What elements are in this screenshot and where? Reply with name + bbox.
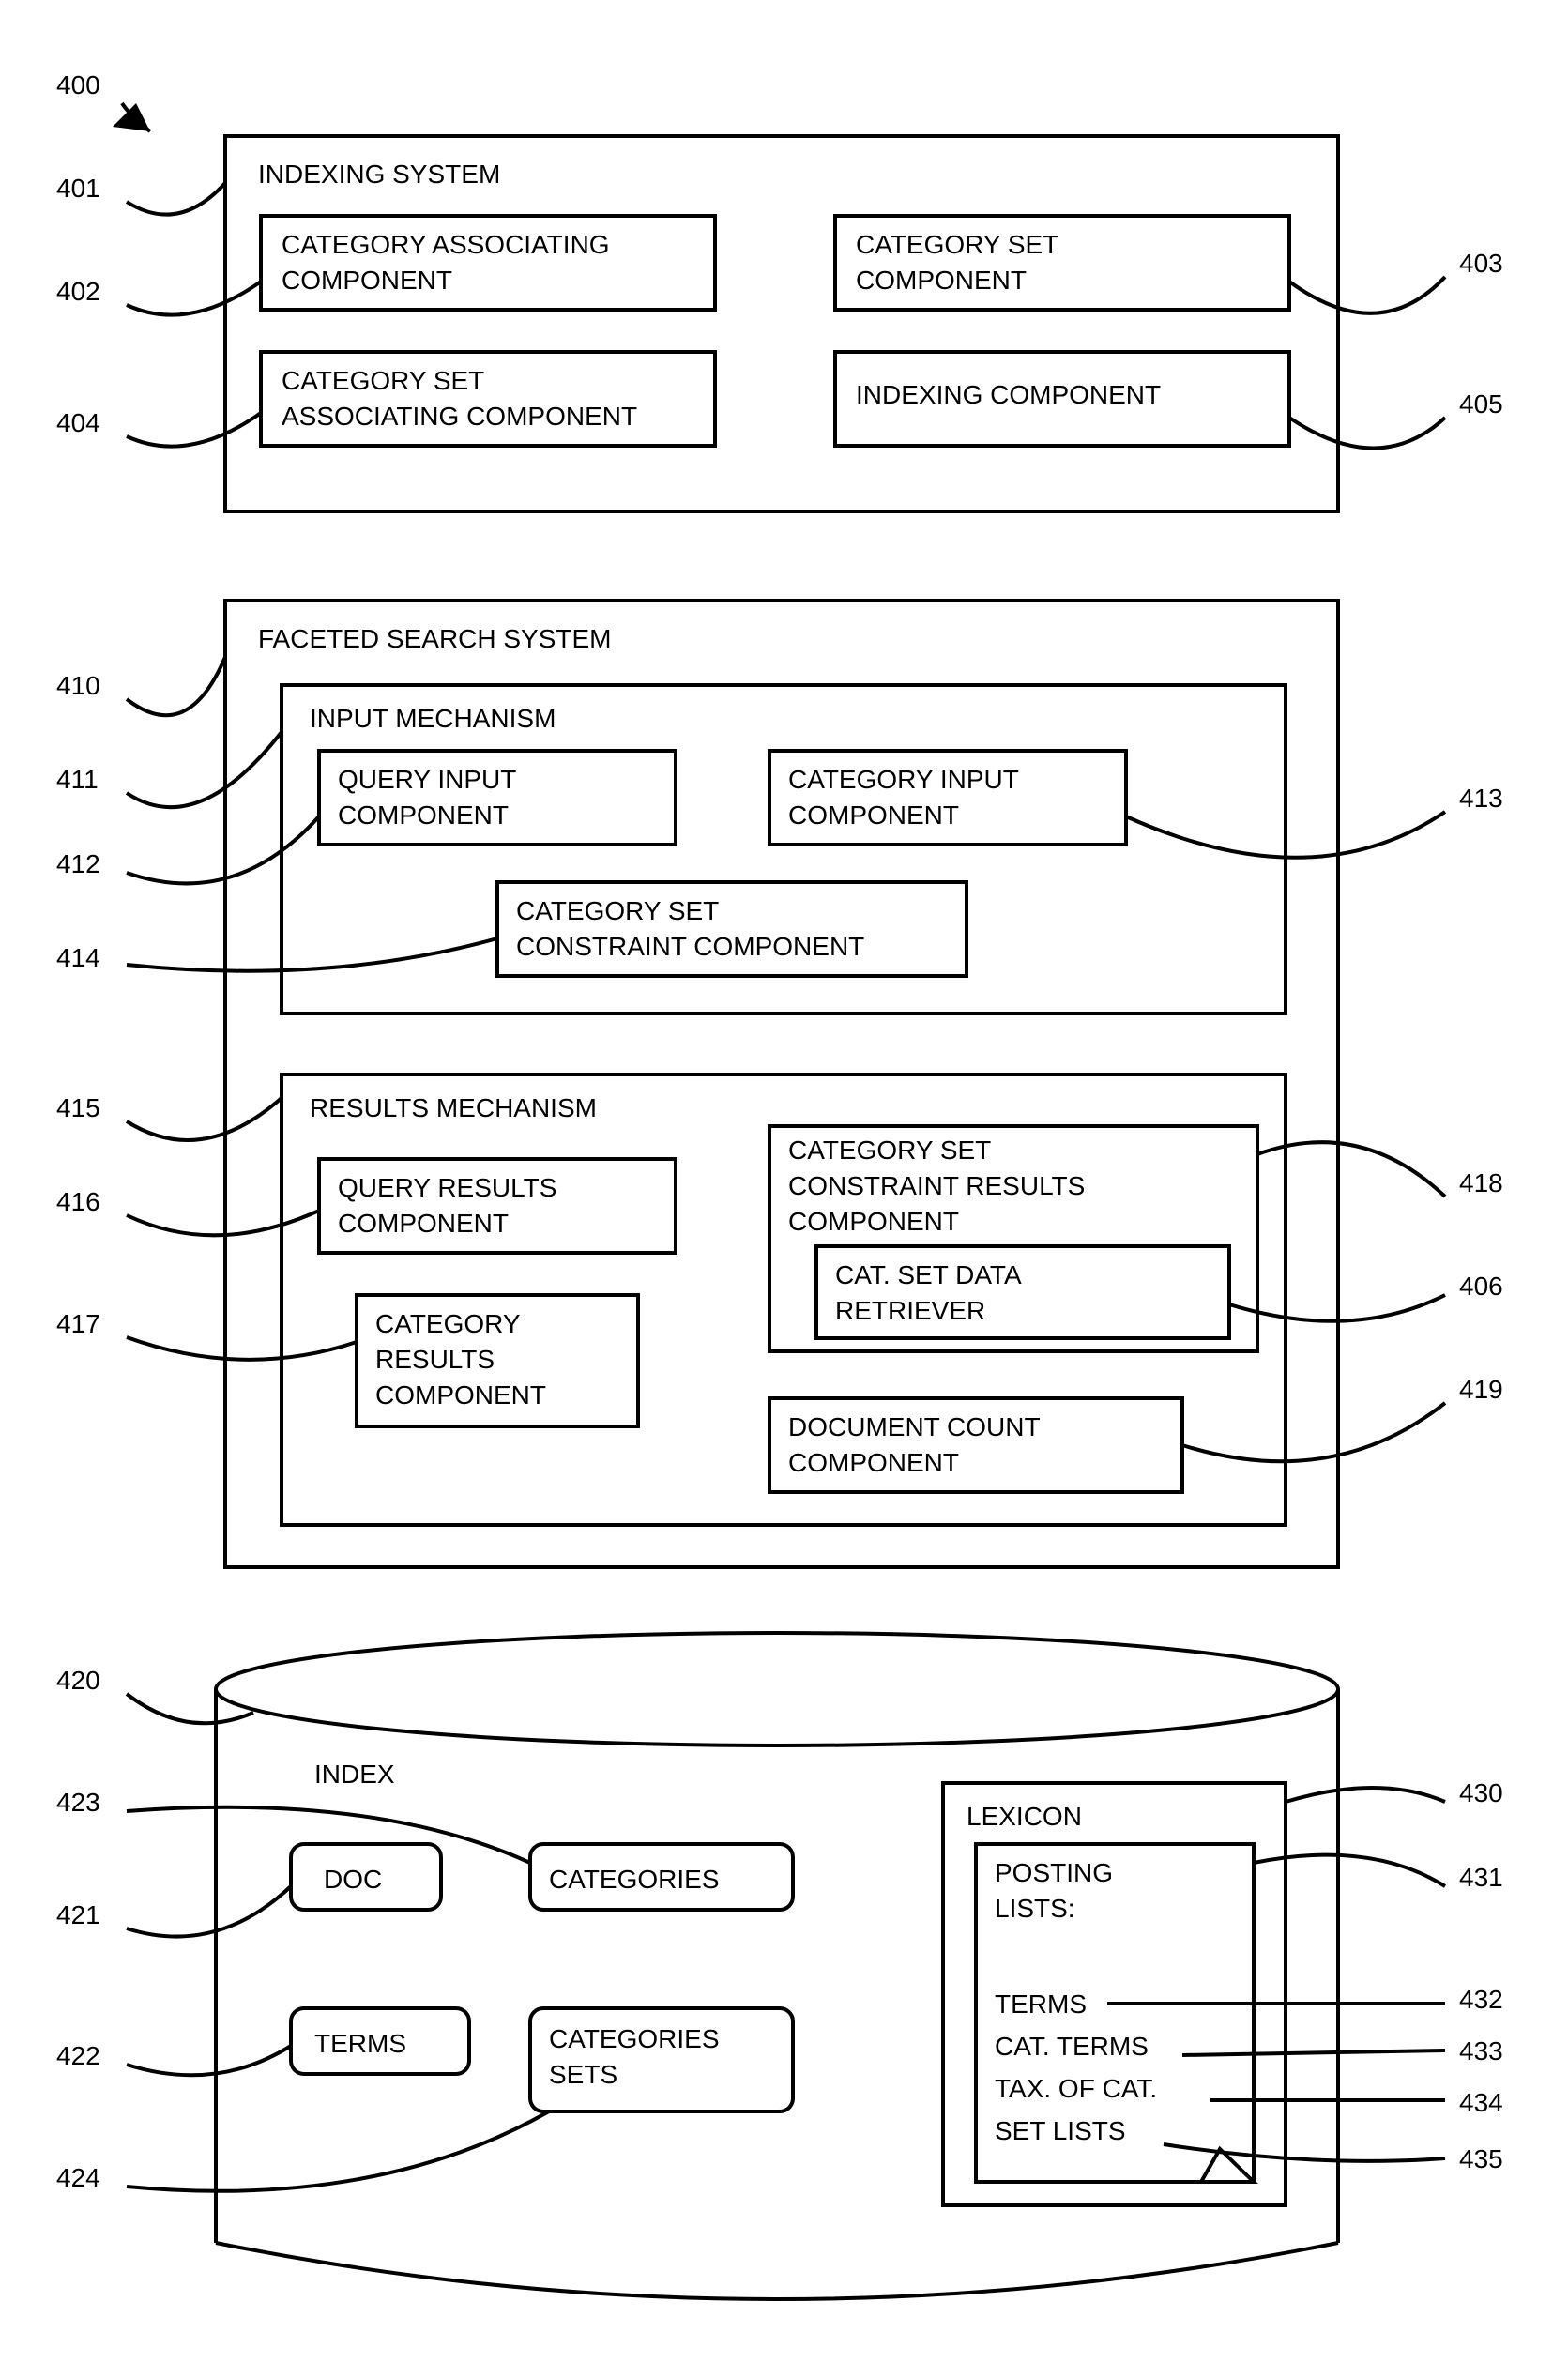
results-mechanism-title: RESULTS MECHANISM <box>310 1093 597 1122</box>
lead-414 <box>127 938 497 971</box>
cat-input-l2: COMPONENT <box>788 800 959 830</box>
cat-assoc-l2: COMPONENT <box>282 266 452 295</box>
lead-417 <box>127 1337 357 1360</box>
ref-label-401: 401 <box>56 174 100 203</box>
lead-423 <box>127 1807 530 1863</box>
indexing-component-text: INDEXING COMPONENT <box>856 380 1161 409</box>
input-mechanism-box <box>282 685 1286 1014</box>
ref-label-415: 415 <box>56 1093 100 1122</box>
cat-results-l2: RESULTS <box>375 1345 495 1374</box>
lead-401 <box>127 183 225 215</box>
doc-count-l1: DOCUMENT COUNT <box>788 1412 1041 1441</box>
cat-set-l2: COMPONENT <box>856 266 1027 295</box>
ref-label-430: 430 <box>1459 1778 1503 1807</box>
input-mechanism-title: INPUT MECHANISM <box>310 704 556 733</box>
ref-label-431: 431 <box>1459 1863 1503 1892</box>
lead-430 <box>1286 1788 1445 1802</box>
query-results-l1: QUERY RESULTS <box>338 1173 556 1202</box>
lead-420 <box>127 1694 253 1723</box>
csdr-l2: RETRIEVER <box>835 1296 985 1325</box>
ref-label-416: 416 <box>56 1187 100 1216</box>
lex-set-lists: SET LISTS <box>995 2116 1126 2145</box>
cscr-l2: CONSTRAINT RESULTS <box>788 1171 1085 1200</box>
lex-cat-terms: CAT. TERMS <box>995 2032 1149 2061</box>
cscr-l3: COMPONENT <box>788 1207 959 1236</box>
categories-text: CATEGORIES <box>549 1865 720 1894</box>
lead-422 <box>127 2046 291 2075</box>
ref-label-423: 423 <box>56 1788 100 1817</box>
lead-424 <box>127 2111 549 2191</box>
lead-404 <box>127 413 261 447</box>
ref-label-404: 404 <box>56 408 100 437</box>
cscr-l1: CATEGORY SET <box>788 1136 991 1165</box>
lead-412 <box>127 816 319 883</box>
cat-set-l1: CATEGORY SET <box>856 230 1058 259</box>
posting-l2: LISTS: <box>995 1894 1075 1923</box>
ref-label-400: 400 <box>56 70 100 99</box>
lead-410 <box>127 657 225 715</box>
posting-l1: POSTING <box>995 1858 1113 1887</box>
cat-sets-l1: CATEGORIES <box>549 2024 720 2053</box>
doc-text: DOC <box>324 1865 382 1894</box>
lead-402 <box>127 282 261 315</box>
faceted-search-title: FACETED SEARCH SYSTEM <box>258 624 612 653</box>
ref-label-413: 413 <box>1459 784 1503 813</box>
ref-label-420: 420 <box>56 1666 100 1695</box>
cat-results-l3: COMPONENT <box>375 1380 546 1410</box>
cat-results-l1: CATEGORY <box>375 1309 521 1338</box>
ref-label-433: 433 <box>1459 2036 1503 2066</box>
lexicon-title: LEXICON <box>967 1802 1082 1831</box>
query-input-l2: COMPONENT <box>338 800 509 830</box>
index-cylinder-bottom <box>216 2243 1338 2299</box>
cat-assoc-l1: CATEGORY ASSOCIATING <box>282 230 610 259</box>
lead-405 <box>1289 418 1445 449</box>
doc-count-l2: COMPONENT <box>788 1448 959 1477</box>
lead-419 <box>1182 1403 1445 1461</box>
terms-text: TERMS <box>314 2029 406 2058</box>
ref-label-418: 418 <box>1459 1168 1503 1197</box>
indexing-system-box <box>225 136 1338 511</box>
query-results-l2: COMPONENT <box>338 1209 509 1238</box>
ref-label-419: 419 <box>1459 1375 1503 1404</box>
lead-415 <box>127 1098 282 1140</box>
ref-label-403: 403 <box>1459 249 1503 278</box>
ref-label-405: 405 <box>1459 389 1503 419</box>
cat-set-assoc-l1: CATEGORY SET <box>282 366 484 395</box>
query-input-l1: QUERY INPUT <box>338 765 516 794</box>
cat-input-l1: CATEGORY INPUT <box>788 765 1019 794</box>
cat-sets-l2: SETS <box>549 2060 617 2089</box>
arrow-400-head <box>113 103 150 131</box>
ref-label-432: 432 <box>1459 1985 1503 2014</box>
ref-label-435: 435 <box>1459 2144 1503 2173</box>
lead-421 <box>127 1886 291 1937</box>
index-title: INDEX <box>314 1760 395 1789</box>
csdr-l1: CAT. SET DATA <box>835 1260 1022 1289</box>
lead-416 <box>127 1211 319 1235</box>
ref-label-411: 411 <box>56 765 99 794</box>
ref-label-406: 406 <box>1459 1272 1503 1301</box>
lead-431 <box>1254 1855 1445 1886</box>
ref-label-424: 424 <box>56 2163 100 2192</box>
cat-set-assoc-l2: ASSOCIATING COMPONENT <box>282 402 637 431</box>
lead-403 <box>1289 277 1445 313</box>
ref-label-410: 410 <box>56 671 100 700</box>
faceted-search-system-box <box>225 601 1338 1567</box>
index-cylinder-top <box>216 1633 1338 1745</box>
ref-label-417: 417 <box>56 1309 100 1338</box>
ref-label-421: 421 <box>56 1900 100 1929</box>
cat-set-constraint-l2: CONSTRAINT COMPONENT <box>516 932 864 961</box>
cat-set-constraint-l1: CATEGORY SET <box>516 896 719 925</box>
results-mechanism-box <box>282 1075 1286 1525</box>
lex-tax-of-cat: TAX. OF CAT. <box>995 2074 1157 2103</box>
indexing-system-title: INDEXING SYSTEM <box>258 160 500 189</box>
lead-411 <box>127 732 282 807</box>
ref-label-402: 402 <box>56 277 100 306</box>
lead-433 <box>1182 2050 1445 2055</box>
ref-label-414: 414 <box>56 943 100 972</box>
ref-label-422: 422 <box>56 2041 100 2070</box>
ref-label-412: 412 <box>56 849 100 878</box>
lead-435 <box>1164 2144 1445 2161</box>
ref-label-434: 434 <box>1459 2088 1503 2117</box>
lex-terms: TERMS <box>995 1989 1087 2019</box>
